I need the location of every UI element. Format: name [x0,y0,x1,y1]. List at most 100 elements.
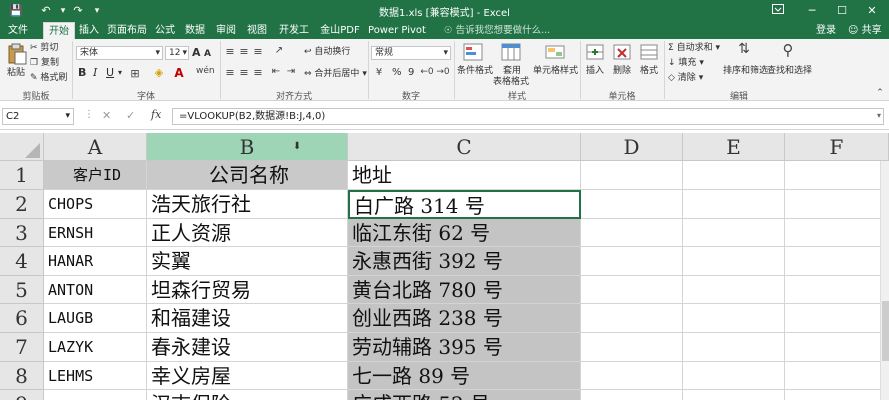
cell-f2[interactable] [785,190,889,219]
cell-e6[interactable] [683,304,785,333]
tab-data[interactable]: 数据 [183,22,207,39]
align-center-icon[interactable]: ≡ [238,66,250,79]
cell-d9[interactable] [581,390,683,400]
cell-c6[interactable]: 创业西路 238 号 [348,304,581,333]
cell-d5[interactable] [581,276,683,304]
column-header-b[interactable]: B ⬇ [147,133,348,161]
tab-home[interactable]: 开始 [43,22,75,39]
cell-b9[interactable]: 汉志保险 [147,390,348,400]
number-format-select[interactable]: 常规 ▾ [371,46,451,60]
cell-c4[interactable]: 永惠西街 392 号 [348,247,581,276]
cell-b8[interactable]: 幸义房屋 [147,362,348,390]
merge-center-button[interactable]: ⇔ 合并后居中 ▾ [304,68,367,80]
row-header-7[interactable]: 7 [0,333,44,362]
cell-b2[interactable]: 浩天旅行社 [147,190,348,219]
cell-e3[interactable] [683,219,785,247]
expand-formula-icon[interactable]: ▾ [877,111,881,120]
tab-view[interactable]: 视图 [245,22,269,39]
scrollbar-thumb[interactable] [882,301,889,361]
align-middle-icon[interactable]: ≡ [238,45,250,58]
ribbon-display-options-icon[interactable] [766,2,790,20]
column-header-e[interactable]: E [683,133,785,161]
cell-d8[interactable] [581,362,683,390]
cell-e7[interactable] [683,333,785,362]
minimize-button[interactable]: ─ [800,2,824,20]
cell-d2[interactable] [581,190,683,219]
column-header-d[interactable]: D [581,133,683,161]
cell-c3[interactable]: 临江东街 62 号 [348,219,581,247]
cell-c9[interactable]: 广成西路 52 号 [348,390,581,400]
cell-a4[interactable]: HANAR [44,247,147,276]
decrease-decimal-icon[interactable]: →0 [436,67,450,77]
cell-a9[interactable] [44,390,147,400]
align-right-icon[interactable]: ≡ [252,66,264,79]
fill-button[interactable]: ↓ 填充 ▾ [668,57,704,69]
chevron-down-icon[interactable]: ▾ [118,67,122,79]
cell-b3[interactable]: 正人资源 [147,219,348,247]
cell-e9[interactable] [683,390,785,400]
italic-button[interactable]: I [93,67,97,79]
row-header-6[interactable]: 6 [0,304,44,333]
login-link[interactable]: 登录 [816,22,836,39]
cell-e2[interactable] [683,190,785,219]
cell-b1[interactable]: 公司名称 [147,161,348,190]
cell-b5[interactable]: 坦森行贸易 [147,276,348,304]
cell-e5[interactable] [683,276,785,304]
column-header-c[interactable]: C [348,133,581,161]
maximize-button[interactable]: ☐ [830,2,854,20]
select-all-corner[interactable] [0,133,44,161]
comma-style-button[interactable]: 9 [408,67,414,79]
tell-me-search[interactable]: ☉ 告诉我您想要做什么... [444,24,550,37]
phonetic-guide-icon[interactable]: wén [196,66,215,76]
wrap-text-button[interactable]: ↩ 自动换行 [304,46,350,58]
cell-f5[interactable] [785,276,889,304]
name-box[interactable]: C2 ▾ [2,108,74,125]
column-header-f[interactable]: F [785,133,889,161]
tab-page-layout[interactable]: 页面布局 [106,22,148,39]
cancel-icon[interactable]: ✕ [102,109,111,122]
formula-input[interactable]: =VLOOKUP(B2,数据源!B:J,4,0) [172,108,884,125]
row-header-2[interactable]: 2 [0,190,44,219]
fill-color-icon[interactable]: ◈ [152,66,166,79]
cell-a1[interactable]: 客户ID [44,161,147,190]
cell-d4[interactable] [581,247,683,276]
row-header-5[interactable]: 5 [0,276,44,304]
cell-f7[interactable] [785,333,889,362]
decrease-indent-icon[interactable]: ⇤ [270,66,282,77]
borders-icon[interactable]: ⊞ [128,67,142,80]
cell-e8[interactable] [683,362,785,390]
tab-developer[interactable]: 开发工具 [275,22,313,53]
increase-indent-icon[interactable]: ⇥ [285,66,297,77]
cell-c1[interactable]: 地址 [348,161,581,190]
bold-button[interactable]: B [78,67,86,79]
close-button[interactable]: ✕ [860,2,884,20]
cell-c5[interactable]: 黄台北路 780 号 [348,276,581,304]
copy-button[interactable]: ❐ 复制 [30,57,59,69]
percent-button[interactable]: % [392,67,402,79]
underline-button[interactable]: U [106,67,114,79]
insert-function-button[interactable]: fx [151,108,161,121]
cell-a8[interactable]: LEHMS [44,362,147,390]
align-left-icon[interactable]: ≡ [224,66,236,79]
row-header-1[interactable]: 1 [0,161,44,190]
cell-b4[interactable]: 实翼 [147,247,348,276]
cell-d6[interactable] [581,304,683,333]
share-button[interactable]: ☺ 共享 [848,22,882,39]
tab-formulas[interactable]: 公式 [153,22,177,39]
column-header-a[interactable]: A [44,133,147,161]
collapse-ribbon-icon[interactable]: ⌃ [874,88,886,98]
grow-font-button[interactable]: A [192,47,201,59]
cell-f8[interactable] [785,362,889,390]
cell-f6[interactable] [785,304,889,333]
cell-e4[interactable] [683,247,785,276]
cell-c2-active[interactable]: 白广路 314 号 [348,190,581,219]
font-name-select[interactable]: 宋体 ▾ [76,46,163,60]
cell-e1[interactable] [683,161,785,190]
clear-button[interactable]: ◇ 清除 ▾ [668,72,703,84]
cell-f1[interactable] [785,161,889,190]
tab-review[interactable]: 审阅 [214,22,238,39]
cell-a2[interactable]: CHOPS [44,190,147,219]
font-size-select[interactable]: 12 ▾ [165,46,189,60]
row-header-3[interactable]: 3 [0,219,44,247]
enter-icon[interactable]: ✓ [126,109,135,122]
